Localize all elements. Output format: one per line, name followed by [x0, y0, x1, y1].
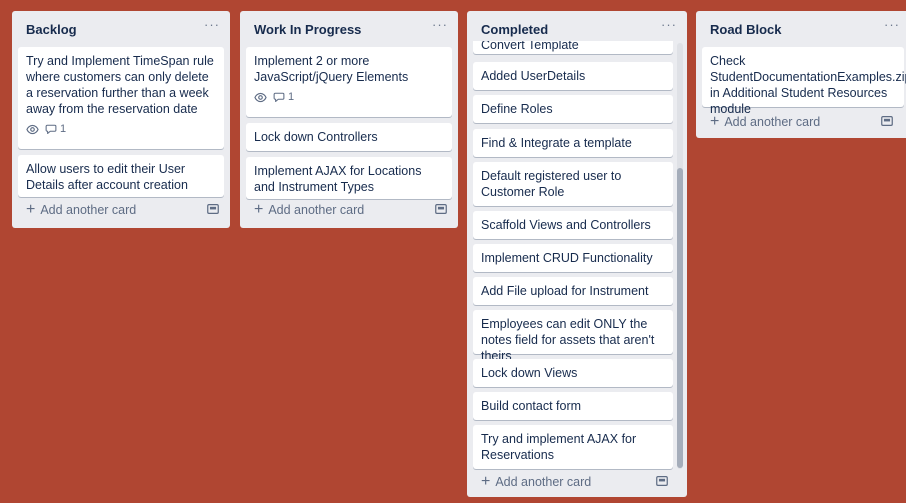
card-template-icon[interactable] [206, 202, 220, 216]
card-title: Define Roles [481, 102, 553, 116]
list-backlog: Backlog ··· Try and Implement TimeSpan r… [12, 11, 230, 228]
list-header[interactable]: Backlog ··· [12, 11, 230, 45]
card[interactable]: Implement AJAX for Locations and Instrum… [246, 157, 452, 199]
card-badges: 1 [254, 89, 444, 105]
list-menu-icon[interactable]: ··· [661, 17, 677, 32]
add-card-button[interactable]: + Add another card [704, 111, 902, 133]
card-title: Lock down Views [481, 366, 578, 380]
add-card-label: Add another card [268, 203, 365, 217]
card[interactable]: Default registered user to Customer Role [473, 162, 673, 206]
comment-badge: 1 [45, 121, 66, 137]
add-card-button[interactable]: + Add another card [20, 199, 222, 221]
card[interactable]: Check StudentDocumentationExamples.zip i… [702, 47, 906, 116]
list-header[interactable]: Work In Progress ··· [240, 11, 458, 45]
card[interactable]: Try and Implement TimeSpan rule where cu… [18, 47, 224, 149]
comment-count: 1 [288, 91, 295, 103]
card-scroll-area[interactable]: Convert Template Added UserDetails Defin… [467, 41, 687, 471]
card[interactable]: Employees can edit ONLY the notes field … [473, 310, 673, 363]
comment-count: 1 [60, 123, 67, 135]
list-title[interactable]: Backlog [26, 22, 77, 37]
watch-badge [254, 91, 267, 104]
card[interactable]: Scaffold Views and Controllers [473, 211, 673, 239]
list-title[interactable]: Road Block [710, 22, 782, 37]
card-title: Default registered user to Customer Role [481, 169, 622, 199]
card[interactable]: Convert Template [473, 41, 673, 54]
card[interactable]: Lock down Controllers [246, 123, 452, 151]
watch-badge [26, 123, 39, 136]
list-title[interactable]: Work In Progress [254, 22, 361, 37]
list-road-block: Road Block ··· Check StudentDocumentatio… [696, 11, 906, 138]
card-template-icon[interactable] [434, 202, 448, 216]
add-card-button[interactable]: + Add another card [475, 471, 679, 493]
card-template-icon[interactable] [655, 474, 669, 488]
list-menu-icon[interactable]: ··· [884, 17, 900, 32]
card[interactable]: Try and implement AJAX for Reservations [473, 425, 673, 469]
comment-badge: 1 [273, 89, 294, 105]
eye-icon [254, 91, 267, 104]
card-title: Try and Implement TimeSpan rule where cu… [26, 54, 214, 116]
add-card-button[interactable]: + Add another card [248, 199, 450, 221]
card[interactable]: Lock down Views [473, 359, 673, 387]
card-title: Implement 2 or more JavaScript/jQuery El… [254, 54, 409, 84]
card[interactable]: Allow users to edit their User Details a… [18, 155, 224, 197]
card-title: Build contact form [481, 399, 582, 413]
card-title: Implement CRUD Functionality [481, 251, 653, 265]
list-menu-icon[interactable]: ··· [204, 17, 220, 32]
card-title: Employees can edit ONLY the notes field … [481, 317, 655, 363]
card[interactable]: Find & Integrate a template [473, 129, 673, 157]
card[interactable]: Add File upload for Instrument [473, 277, 673, 305]
list-header[interactable]: Road Block ··· [696, 11, 906, 45]
card-badges: 1 [26, 121, 216, 137]
add-card-label: Add another card [40, 203, 137, 217]
card-title: Check StudentDocumentationExamples.zip i… [710, 54, 906, 116]
list-work-in-progress: Work In Progress ··· Implement 2 or more… [240, 11, 458, 228]
card[interactable]: Implement 2 or more JavaScript/jQuery El… [246, 47, 452, 117]
plus-icon: + [481, 473, 491, 490]
card-title: Lock down Controllers [254, 130, 378, 144]
plus-icon: + [26, 201, 36, 218]
card[interactable]: Implement CRUD Functionality [473, 244, 673, 272]
card-title: Scaffold Views and Controllers [481, 218, 651, 232]
list-menu-icon[interactable]: ··· [432, 17, 448, 32]
card-title: Convert Template [481, 41, 579, 52]
scrollbar-thumb[interactable] [677, 168, 683, 468]
card-title: Added UserDetails [481, 69, 586, 83]
card-title: Implement AJAX for Locations and Instrum… [254, 164, 422, 194]
card-title: Find & Integrate a template [481, 136, 632, 150]
list-title[interactable]: Completed [481, 22, 548, 37]
card[interactable]: Added UserDetails [473, 62, 673, 90]
plus-icon: + [254, 201, 264, 218]
eye-icon [26, 123, 39, 136]
card-title: Add File upload for Instrument [481, 284, 649, 298]
card[interactable]: Define Roles [473, 95, 673, 123]
card[interactable]: Build contact form [473, 392, 673, 420]
comment-icon [45, 123, 57, 135]
list-completed: Completed ··· Convert Template Added Use… [467, 11, 687, 497]
plus-icon: + [710, 113, 720, 130]
list-header[interactable]: Completed ··· [467, 11, 687, 45]
card-title: Try and implement AJAX for Reservations [481, 432, 637, 462]
add-card-label: Add another card [495, 475, 592, 489]
add-card-label: Add another card [724, 115, 821, 129]
scrollbar[interactable] [677, 43, 683, 469]
comment-icon [273, 91, 285, 103]
card-template-icon[interactable] [880, 114, 894, 128]
card-title: Allow users to edit their User Details a… [26, 162, 188, 192]
